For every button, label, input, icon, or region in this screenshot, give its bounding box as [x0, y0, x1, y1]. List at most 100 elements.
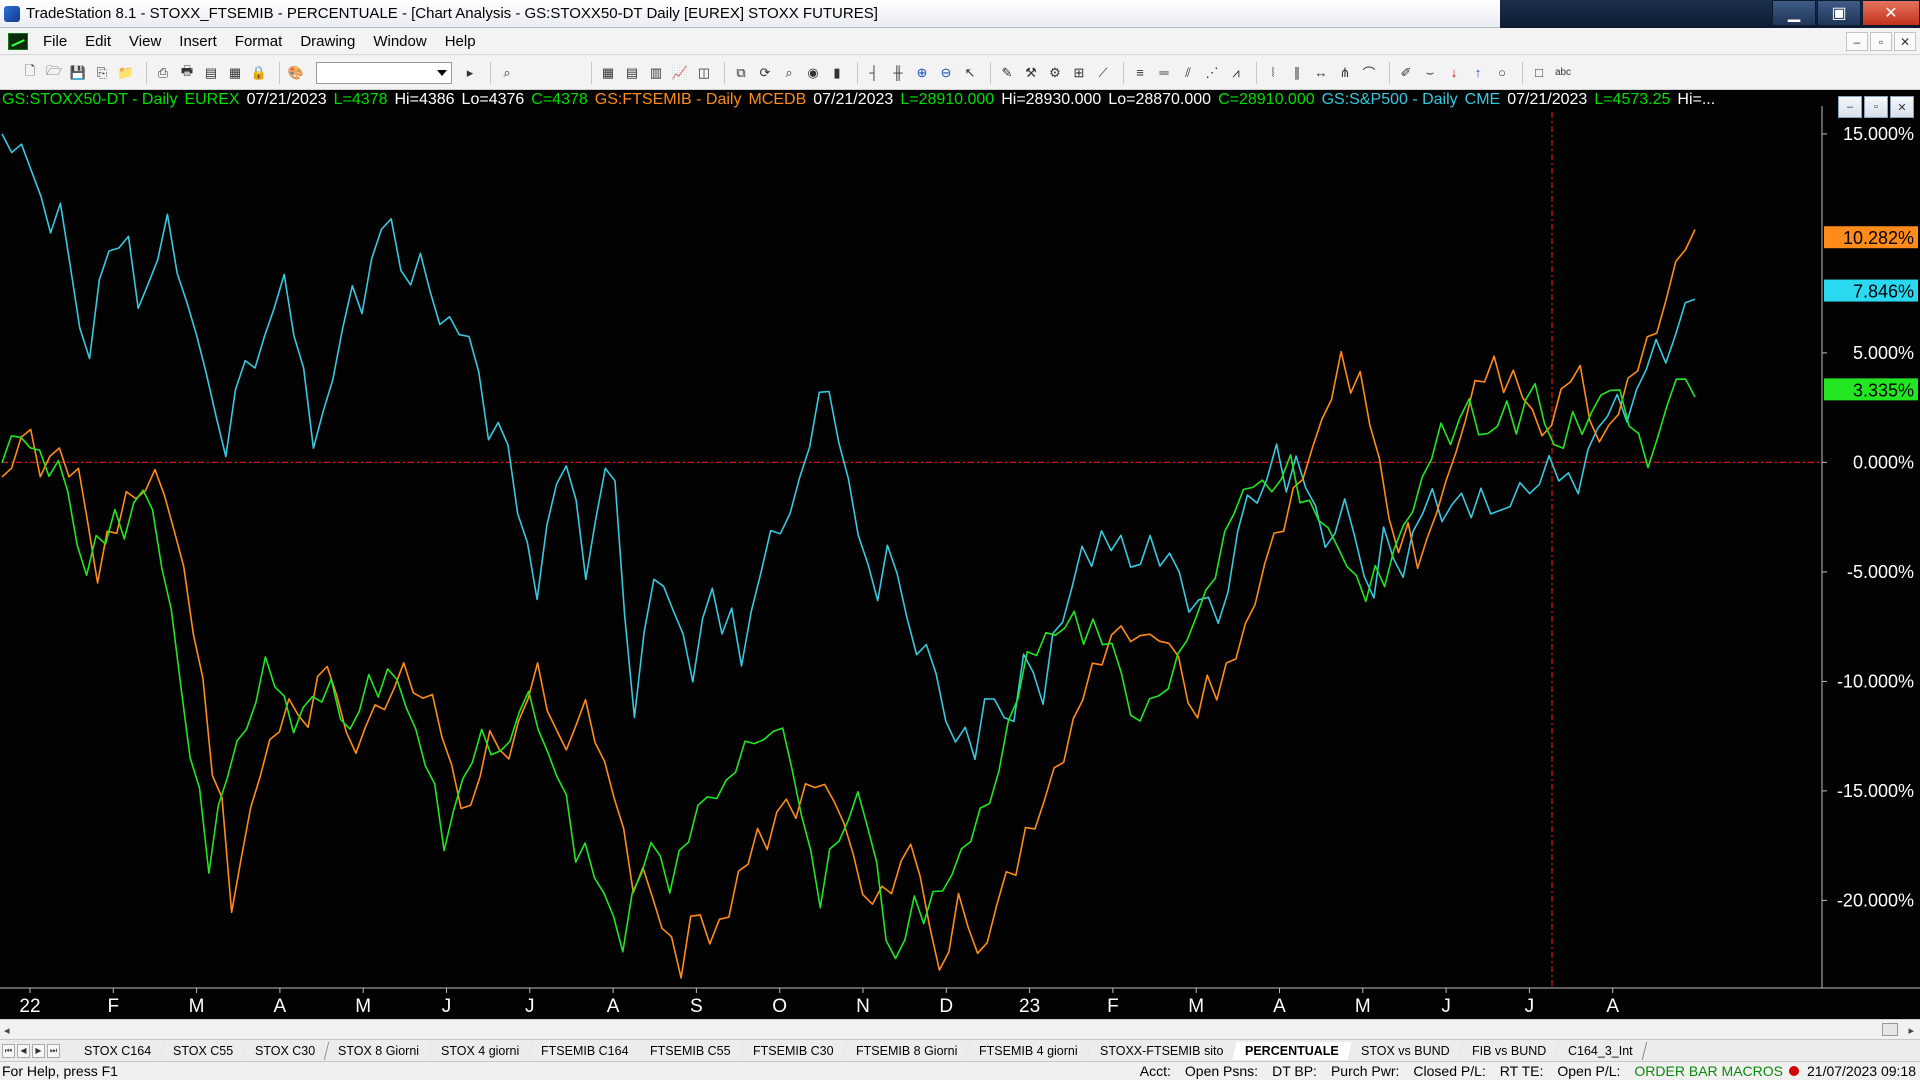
- text-icon[interactable]: abc: [1553, 63, 1573, 83]
- minimize-button[interactable]: ▁: [1772, 0, 1816, 26]
- tab-stox-8-giorni[interactable]: STOX 8 Giorni: [324, 1041, 433, 1060]
- tools-icon[interactable]: ⚒: [1021, 63, 1041, 83]
- folder-icon[interactable]: 📁: [116, 63, 136, 83]
- regression-icon[interactable]: ∥: [1287, 63, 1307, 83]
- mdi-minimize-button[interactable]: –: [1846, 32, 1868, 51]
- mdi-restore-button[interactable]: ▫: [1870, 32, 1892, 51]
- open-icon[interactable]: 🗁: [44, 63, 64, 83]
- ohlc-icon[interactable]: ╫: [888, 63, 908, 83]
- copy-icon[interactable]: ⎘: [92, 63, 112, 83]
- status-bar: For Help, press F1 Acct: Open Psns: DT B…: [0, 1061, 1920, 1080]
- tab-ftsemib-c30[interactable]: FTSEMIB C30: [739, 1041, 848, 1060]
- rectangle-icon[interactable]: □: [1529, 63, 1549, 83]
- scroll-thumb[interactable]: [1882, 1023, 1898, 1036]
- tab-stox-vs-bund[interactable]: STOX vs BUND: [1347, 1041, 1464, 1060]
- gann-icon[interactable]: ⋰: [1202, 63, 1222, 83]
- tab-ftsemib-c164[interactable]: FTSEMIB C164: [527, 1041, 643, 1060]
- drawing-icon[interactable]: ✎: [997, 63, 1017, 83]
- price-chart[interactable]: 15.000% 5.000% 0.000% -5.000% -10.000% -15.00…: [0, 90, 1920, 1019]
- scroll-left-icon[interactable]: ◂: [4, 1024, 10, 1037]
- first-tab-icon[interactable]: ⏮: [2, 1043, 15, 1058]
- cycle-icon[interactable]: ⦚: [1263, 63, 1283, 83]
- tab-fib-vs-bund[interactable]: FIB vs BUND: [1458, 1041, 1561, 1060]
- refresh-icon[interactable]: ⟳: [755, 63, 775, 83]
- chart-document-icon[interactable]: [8, 33, 28, 50]
- pen-icon[interactable]: ✐: [1396, 63, 1416, 83]
- symbol-lookup-icon[interactable]: ⌕: [497, 63, 517, 83]
- tab-c164-3-int[interactable]: C164_3_Int: [1554, 1041, 1647, 1060]
- maximize-button[interactable]: ▣: [1817, 0, 1861, 26]
- tile-icon[interactable]: ▦: [225, 63, 245, 83]
- hline-icon[interactable]: ═: [1154, 63, 1174, 83]
- trendline-icon[interactable]: ⟋: [1093, 63, 1113, 83]
- chart-icon[interactable]: 📈: [670, 63, 690, 83]
- last-tab-icon[interactable]: ⏭: [47, 1043, 60, 1058]
- x-tick-label: A: [274, 996, 287, 1017]
- new-icon[interactable]: 🗋: [20, 63, 40, 83]
- sell-arrow-icon[interactable]: ↓: [1444, 63, 1464, 83]
- chevron-down-icon[interactable]: [437, 69, 447, 76]
- speedline-icon[interactable]: ⩘: [1226, 63, 1246, 83]
- layout-icon[interactable]: ◫: [694, 63, 714, 83]
- menu-help[interactable]: Help: [436, 30, 485, 53]
- menu-edit[interactable]: Edit: [76, 30, 120, 53]
- horizontal-scrollbar[interactable]: ◂ ▸: [0, 1019, 1920, 1039]
- play-arrow-icon[interactable]: ▸: [460, 63, 480, 83]
- lock-icon[interactable]: 🔒: [249, 63, 269, 83]
- print-icon[interactable]: ⎙: [153, 63, 173, 83]
- table-icon[interactable]: ▥: [646, 63, 666, 83]
- mdi-close-button[interactable]: ✕: [1894, 32, 1916, 51]
- tab-ftsemib-c55[interactable]: FTSEMIB C55: [637, 1041, 746, 1060]
- pitchfork-icon[interactable]: ⋔: [1335, 63, 1355, 83]
- order-bar-macros-button[interactable]: ORDER BAR MACROS: [1634, 1063, 1783, 1079]
- fibonacci-icon[interactable]: ≡: [1130, 63, 1150, 83]
- scroll-right-icon[interactable]: ▸: [1908, 1024, 1914, 1037]
- symbol-combo[interactable]: [316, 61, 452, 84]
- arrow-icon[interactable]: ↔: [1311, 63, 1331, 83]
- channel-icon[interactable]: ⫽: [1178, 63, 1198, 83]
- curve-icon[interactable]: ⌣: [1420, 63, 1440, 83]
- menu-format[interactable]: Format: [226, 30, 292, 53]
- menu-drawing[interactable]: Drawing: [291, 30, 364, 53]
- format-icon[interactable]: ▤: [622, 63, 642, 83]
- options-icon[interactable]: ⊞: [1069, 63, 1089, 83]
- tab-stoxx-ftsemib-sito[interactable]: STOXX-FTSEMIB sito: [1086, 1041, 1238, 1060]
- legend-item: 07/21/2023: [1507, 91, 1588, 108]
- ellipse-icon[interactable]: ○: [1492, 63, 1512, 83]
- tab-ftsemib-4-giorni[interactable]: FTSEMIB 4 giorni: [965, 1041, 1092, 1060]
- prev-tab-icon[interactable]: ◀: [17, 1043, 30, 1058]
- menu-insert[interactable]: Insert: [170, 30, 226, 53]
- chart-close-button[interactable]: ✕: [1890, 96, 1914, 118]
- menu-window[interactable]: Window: [364, 30, 435, 53]
- print-preview-icon[interactable]: 🖶: [177, 63, 197, 83]
- strategy-icon[interactable]: ⚙: [1045, 63, 1065, 83]
- tab-label: FIB vs BUND: [1471, 1043, 1546, 1058]
- chart-restore-button[interactable]: ▫: [1864, 96, 1888, 118]
- bar-icon[interactable]: ┤: [864, 63, 884, 83]
- menu-view[interactable]: View: [120, 30, 170, 53]
- palette-icon[interactable]: 🎨: [286, 63, 306, 83]
- buy-arrow-icon[interactable]: ↑: [1468, 63, 1488, 83]
- menu-file[interactable]: File: [34, 30, 76, 53]
- tab-ftsemib-8-giorni[interactable]: FTSEMIB 8 Giorni: [842, 1041, 972, 1060]
- pointer-icon[interactable]: ↖: [960, 63, 980, 83]
- workspace-icon[interactable]: ⧉: [731, 63, 751, 83]
- window-icon[interactable]: ▤: [201, 63, 221, 83]
- tab-stox-c30[interactable]: STOX C30: [242, 1041, 330, 1060]
- chart-analysis-window[interactable]: 15.000% 5.000% 0.000% -5.000% -10.000% -15.00…: [0, 90, 1920, 1019]
- arc-icon[interactable]: ⌒: [1359, 63, 1379, 83]
- tab-stox-4-giorni[interactable]: STOX 4 giorni: [427, 1041, 534, 1060]
- zoom-in-icon[interactable]: ⊕: [912, 63, 932, 83]
- next-tab-icon[interactable]: ▶: [32, 1043, 45, 1058]
- grid-icon[interactable]: ▦: [598, 63, 618, 83]
- zoom-out-icon[interactable]: ⊖: [936, 63, 956, 83]
- radar-icon[interactable]: ◉: [803, 63, 823, 83]
- save-icon[interactable]: 💾: [68, 63, 88, 83]
- chart-minimize-button[interactable]: –: [1838, 96, 1862, 118]
- tab-percentuale[interactable]: PERCENTUALE: [1231, 1041, 1354, 1060]
- tab-stox-c164[interactable]: STOX C164: [70, 1041, 166, 1060]
- scan-icon[interactable]: ⌕: [779, 63, 799, 83]
- candle-icon[interactable]: ▮: [827, 63, 847, 83]
- tab-stox-c55[interactable]: STOX C55: [159, 1041, 248, 1060]
- close-button[interactable]: ✕: [1862, 0, 1920, 26]
